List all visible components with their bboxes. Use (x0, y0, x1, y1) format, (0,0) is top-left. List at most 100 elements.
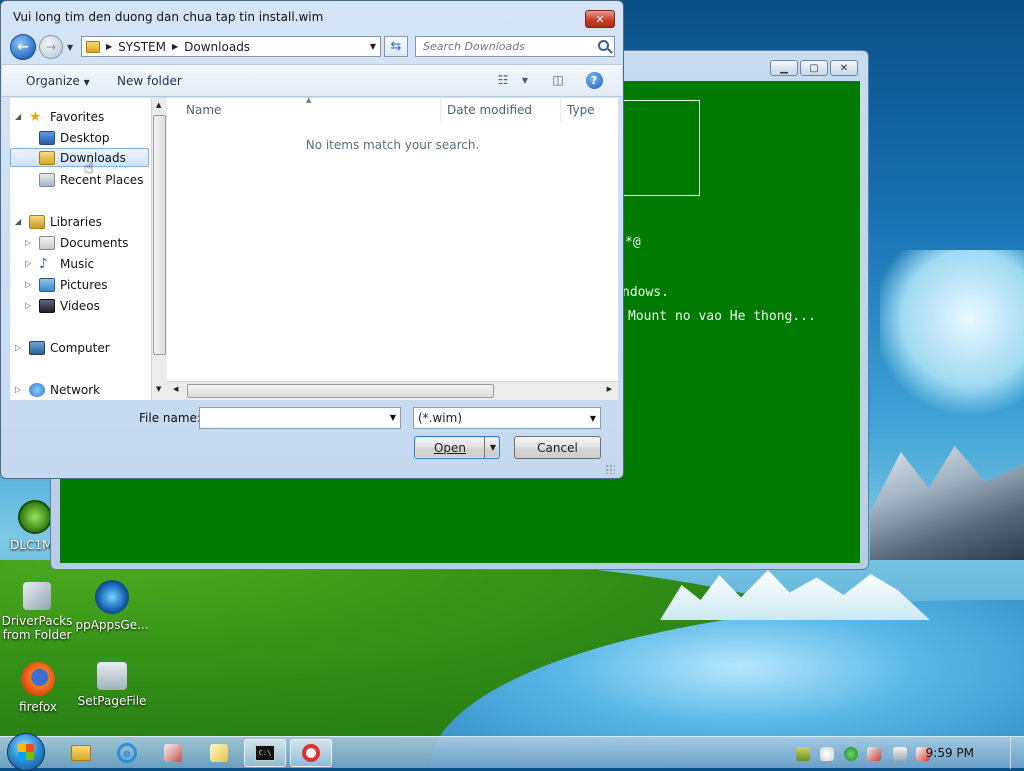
console-line: ndows. (622, 285, 669, 300)
column-header-name[interactable]: Name (186, 103, 221, 117)
address-bar[interactable]: ▶ SYSTEM ▶ Downloads ▼ (81, 36, 381, 57)
nav-item-downloads[interactable]: Downloads (10, 148, 149, 167)
nav-label: Videos (60, 298, 100, 313)
collapsed-arrow-icon[interactable]: ▷ (25, 280, 31, 289)
file-list-horizontal-scrollbar[interactable]: ◀ ▶ (167, 381, 618, 400)
help-button[interactable]: ? (585, 71, 603, 89)
recent-locations-dropdown[interactable]: ▼ (67, 43, 73, 52)
cancel-button[interactable]: Cancel (514, 436, 601, 459)
search-icon[interactable] (598, 40, 609, 51)
tray-safely-remove-icon[interactable] (796, 747, 810, 761)
nav-label: Libraries (50, 214, 102, 229)
close-button[interactable]: ✕ (830, 60, 858, 76)
nav-item-videos[interactable]: ▷ Videos (25, 296, 100, 315)
tray-media-play-icon[interactable] (844, 747, 858, 761)
downloads-folder-icon (39, 150, 55, 165)
forward-button[interactable]: → (39, 35, 63, 59)
search-input[interactable] (423, 40, 593, 53)
file-name-combobox[interactable]: ▼ (199, 407, 401, 429)
back-button[interactable]: ← (10, 34, 36, 60)
nav-item-pictures[interactable]: ▷ Pictures (25, 275, 108, 294)
file-type-select[interactable]: (*.wim) ▼ (413, 407, 601, 429)
split-divider (484, 437, 485, 458)
expanded-arrow-icon[interactable]: ◢ (15, 217, 21, 226)
tray-app-icon[interactable] (867, 747, 881, 761)
scroll-up-arrow-icon[interactable]: ▲ (156, 101, 161, 109)
tray-action-center-icon[interactable] (820, 747, 834, 761)
nav-label: Desktop (60, 130, 110, 145)
nav-favorites[interactable]: ◢ ★ Favorites (15, 107, 104, 126)
driverpacks-icon (23, 582, 51, 610)
taskbar-app-4[interactable] (198, 739, 240, 767)
column-divider[interactable] (560, 98, 561, 122)
open-button[interactable]: Open ▼ (414, 436, 500, 459)
refresh-button[interactable]: ⇆ (384, 36, 408, 57)
taskbar-internet-explorer[interactable]: e (106, 739, 148, 767)
column-header-date-modified[interactable]: Date modified (447, 103, 532, 117)
search-box[interactable] (415, 36, 615, 57)
chevron-down-icon[interactable]: ▼ (390, 413, 396, 422)
chevron-down-icon: ▼ (589, 413, 596, 423)
desktop-icon-driverpacks[interactable]: DriverPacks from Folder (0, 582, 74, 642)
navigation-scrollbar[interactable]: ▲ ▼ (151, 98, 167, 400)
dialog-close-button[interactable]: ✕ (585, 10, 615, 28)
preview-pane-button[interactable]: ◫ (549, 72, 567, 88)
taskbar-app-3[interactable] (152, 739, 194, 767)
taskbar-explorer[interactable] (60, 739, 102, 767)
expanded-arrow-icon[interactable]: ◢ (15, 112, 21, 121)
nav-network[interactable]: ▷ Network (15, 380, 100, 399)
show-desktop-button[interactable] (1010, 737, 1024, 769)
collapsed-arrow-icon[interactable]: ▷ (15, 343, 21, 352)
desktop-icon-firefox[interactable]: firefox (0, 662, 76, 714)
tray-network-icon[interactable] (893, 747, 907, 761)
change-view-button[interactable]: ☷ (494, 72, 512, 88)
close-icon: ✕ (839, 62, 849, 74)
desktop-icon-setpagefile[interactable]: SetPageFile (74, 662, 150, 708)
file-name-input[interactable] (204, 408, 384, 428)
nav-label: Music (60, 256, 95, 271)
address-dropdown-icon[interactable]: ▼ (370, 42, 376, 51)
maximize-button[interactable]: ▢ (800, 60, 828, 76)
breadcrumb-system[interactable]: SYSTEM (118, 40, 166, 54)
breadcrumb-downloads[interactable]: Downloads (184, 40, 250, 54)
nav-item-documents[interactable]: ▷ Documents (25, 233, 128, 252)
open-file-dialog[interactable]: Vui long tim den duong dan chua tap tin … (0, 0, 624, 479)
taskbar-setup[interactable] (290, 739, 332, 767)
scroll-right-arrow-icon[interactable]: ▶ (607, 385, 612, 393)
scroll-left-arrow-icon[interactable]: ◀ (173, 385, 178, 393)
minimize-button[interactable]: ▁ (770, 60, 798, 76)
resize-grip[interactable] (605, 464, 615, 474)
chevron-down-icon[interactable]: ▼ (490, 443, 496, 452)
taskbar-command-prompt[interactable]: C:\ (244, 739, 286, 767)
new-folder-button[interactable]: New folder (117, 74, 182, 88)
view-dropdown-button[interactable]: ▼ (516, 72, 534, 88)
collapsed-arrow-icon[interactable]: ▷ (15, 385, 21, 394)
setup-lifebuoy-icon (302, 744, 320, 762)
start-button[interactable] (7, 733, 45, 771)
scrollbar-thumb[interactable] (187, 384, 494, 398)
scroll-down-arrow-icon[interactable]: ▼ (156, 385, 161, 393)
forward-arrow-icon: → (45, 40, 57, 54)
column-divider[interactable] (440, 98, 441, 122)
taskbar-clock[interactable]: 9:59 PM (926, 746, 974, 760)
collapsed-arrow-icon[interactable]: ▷ (25, 259, 31, 268)
minimize-icon: ▁ (780, 62, 788, 74)
column-header-type[interactable]: Type (567, 103, 595, 117)
windows-logo-icon (18, 744, 34, 760)
desktop-icon-ppappsge[interactable]: ppAppsGe... (74, 580, 150, 632)
open-label: Open (433, 440, 467, 455)
network-config-icon (164, 744, 182, 762)
nav-item-music[interactable]: ▷ ♪ Music (25, 254, 95, 273)
navigation-pane: ◢ ★ Favorites Desktop Downloads Recent Pla… (10, 98, 151, 400)
wallpaper-cloud (880, 250, 1024, 420)
chevron-down-icon: ▼ (521, 75, 529, 85)
nav-computer[interactable]: ▷ Computer (15, 338, 110, 357)
collapsed-arrow-icon[interactable]: ▷ (25, 238, 31, 247)
nav-item-desktop[interactable]: Desktop (39, 128, 110, 147)
nav-libraries[interactable]: ◢ Libraries (15, 212, 102, 231)
organize-button[interactable]: Organize ▼ (26, 74, 90, 88)
star-icon: ★ (29, 108, 42, 125)
empty-message: No items match your search. (305, 138, 480, 152)
scrollbar-thumb[interactable] (153, 115, 166, 355)
collapsed-arrow-icon[interactable]: ▷ (25, 301, 31, 310)
